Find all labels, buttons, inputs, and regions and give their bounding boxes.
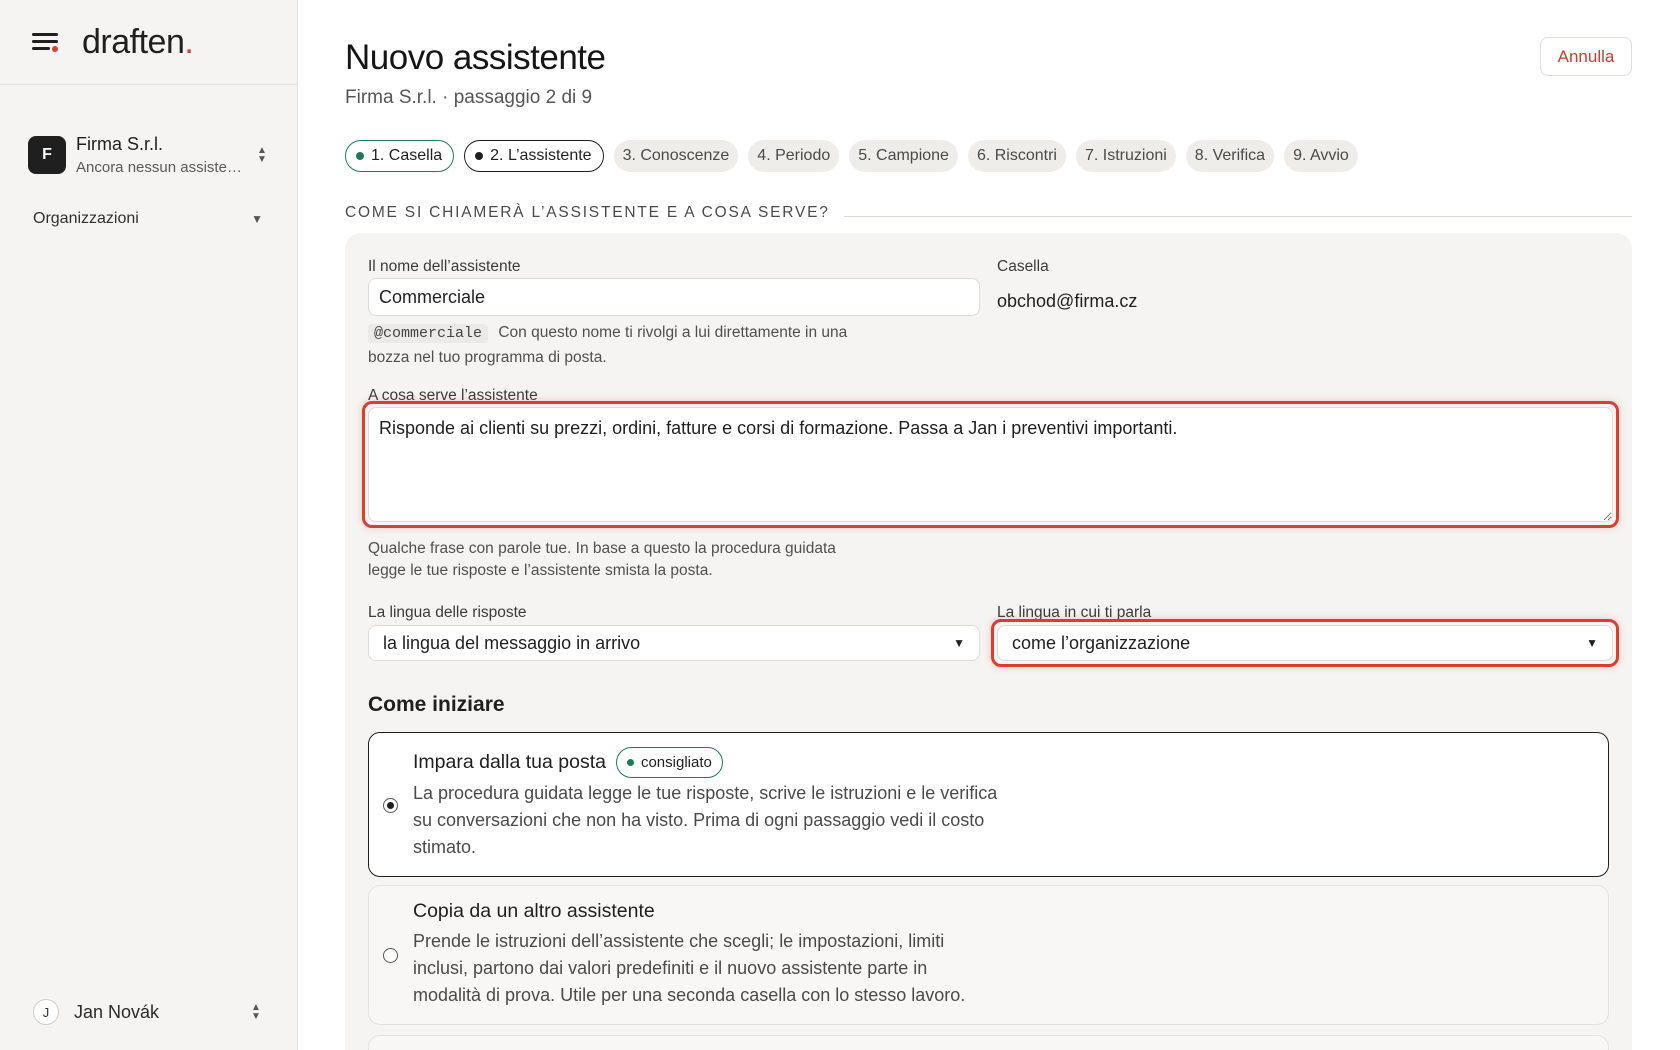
name-help: @commerciale Con questo nome ti rivolgi … — [368, 321, 928, 370]
sidebar: draften. F Firma S.r.l. Ancora nessun as… — [0, 0, 298, 1050]
step-casella[interactable]: 1. Casella — [345, 140, 455, 172]
name-help-line-1: Con questo nome ti rivolgi a lui diretta… — [498, 324, 848, 341]
chevron-up-down-icon: ▲ ▼ — [251, 1002, 261, 1022]
app-logo[interactable]: draften. — [82, 23, 194, 62]
org-avatar: F — [28, 136, 66, 174]
step-label: 8. Verifica — [1194, 147, 1266, 164]
reply-language-label: La lingua delle risposte — [368, 604, 527, 621]
option-title-text: Impara dalla tua posta — [413, 751, 606, 773]
chevron-up-down-icon: ▲ ▼ — [257, 145, 267, 165]
org-switcher[interactable]: F Firma S.r.l. Ancora nessun assistente … — [0, 85, 297, 195]
step-avvio[interactable]: 9. Avvio — [1284, 140, 1358, 172]
org-info: Firma S.r.l. Ancora nessun assistente — [76, 134, 247, 176]
chevron-down-icon: ▼ — [953, 636, 965, 650]
page-subtitle: Firma S.r.l. · passaggio 2 di 9 — [345, 87, 593, 108]
step-istruzioni[interactable]: 7. Istruzioni — [1075, 140, 1176, 172]
step-riscontri[interactable]: 6. Riscontri — [967, 140, 1066, 172]
mailbox-value: obchod@firma.cz — [997, 291, 1138, 311]
sidebar-header: draften. — [0, 0, 297, 85]
name-label: Il nome dell’assistente — [368, 258, 521, 275]
step-verifica[interactable]: 8. Verifica — [1185, 140, 1275, 172]
purpose-textarea[interactable]: Risponde ai clienti su prezzi, ordini, f… — [368, 407, 1613, 522]
talk-language-select[interactable]: come l’organizzazione ▼ — [997, 625, 1613, 661]
purpose-help-line-2: legge le tue risposte e l’assistente smi… — [368, 562, 713, 579]
reply-language-value: la lingua del messaggio in arrivo — [383, 632, 641, 653]
reply-language-select[interactable]: la lingua del messaggio in arrivo ▼ — [368, 625, 980, 661]
divider — [843, 215, 1632, 217]
radio-unselected[interactable] — [383, 948, 398, 963]
step-conoscenze[interactable]: 3. Conoscenze — [613, 140, 739, 172]
section-heading-text: COME SI CHIAMERÀ L’ASSISTENTE E A COSA S… — [345, 204, 830, 221]
how-to-start-heading: Come iniziare — [368, 693, 505, 716]
org-subtitle: Ancora nessun assistente — [76, 159, 246, 176]
option-title: Copia da un altro assistente — [413, 900, 655, 923]
step-campione[interactable]: 5. Campione — [849, 140, 958, 172]
step-label: 2. L’assistente — [490, 147, 592, 164]
step-assistente[interactable]: 2. L’assistente — [464, 140, 604, 172]
badge-dot — [626, 759, 634, 766]
step-label: 4. Periodo — [757, 147, 831, 164]
radio-selected[interactable] — [383, 798, 398, 813]
main-content: Nuovo assistente Firma S.r.l. · passaggi… — [298, 0, 1680, 1050]
name-help-line-2: bozza nel tuo programma di posta. — [368, 349, 607, 366]
option-next[interactable] — [368, 1035, 1609, 1050]
assistant-name-input[interactable] — [368, 278, 980, 316]
step-label: 1. Casella — [371, 147, 443, 164]
badge-label: consigliato — [640, 754, 712, 771]
option-title-text: Copia da un altro assistente — [413, 900, 655, 922]
talk-language-label: La lingua in cui ti parla — [997, 604, 1152, 621]
org-name: Firma S.r.l. — [76, 134, 164, 154]
page-title: Nuovo assistente — [345, 38, 606, 77]
step-label: 7. Istruzioni — [1084, 147, 1167, 164]
purpose-help-line-1: Qualche frase con parole tue. In base a … — [368, 540, 836, 557]
step-label: 3. Conoscenze — [622, 147, 730, 164]
step-label: 5. Campione — [858, 147, 949, 164]
logo-dot: . — [184, 22, 194, 61]
step-label: 6. Riscontri — [976, 147, 1057, 164]
user-name: Jan Novák — [74, 1001, 160, 1022]
option-learn-from-mail[interactable]: Impara dalla tua posta consigliato La pr… — [368, 732, 1609, 877]
purpose-label: A cosa serve l’assistente — [368, 387, 538, 404]
step-done-dot — [356, 152, 364, 160]
menu-icon[interactable] — [32, 31, 60, 53]
avatar: J — [33, 999, 59, 1025]
step-periodo[interactable]: 4. Periodo — [748, 140, 840, 172]
mailbox-label: Casella — [997, 258, 1049, 275]
chevron-down-icon: ▼ — [251, 212, 263, 226]
sidebar-item-organizations[interactable]: Organizzazioni ▼ — [0, 207, 297, 231]
form-card: Il nome dell’assistente @commerciale Con… — [345, 233, 1632, 1050]
talk-language-value: come l’organizzazione — [1012, 632, 1191, 653]
recommended-badge: consigliato — [615, 747, 723, 778]
option-copy-assistant[interactable]: Copia da un altro assistente Prende le i… — [368, 885, 1609, 1025]
step-label: 9. Avvio — [1293, 147, 1349, 164]
logo-text: draften — [82, 22, 185, 61]
purpose-help: Qualche frase con parole tue. In base a … — [368, 538, 1008, 582]
step-current-dot — [475, 152, 484, 160]
option-title: Impara dalla tua posta consigliato — [413, 747, 723, 778]
sidebar-item-label: Organizzazioni — [33, 210, 139, 227]
handle-code: @commerciale — [368, 324, 489, 343]
section-heading: COME SI CHIAMERÀ L’ASSISTENTE E A COSA S… — [345, 204, 1632, 222]
chevron-down-icon: ▼ — [1586, 636, 1598, 650]
option-description: Prende le istruzioni dell’assistente che… — [413, 931, 966, 1005]
user-menu[interactable]: J Jan Novák ▲ ▼ — [33, 996, 263, 1028]
wizard-steps: 1. Casella 2. L’assistente 3. Conoscenze… — [345, 140, 1358, 172]
cancel-button[interactable]: Annulla — [1540, 37, 1632, 76]
option-description: La procedura guidata legge le tue rispos… — [413, 783, 998, 857]
